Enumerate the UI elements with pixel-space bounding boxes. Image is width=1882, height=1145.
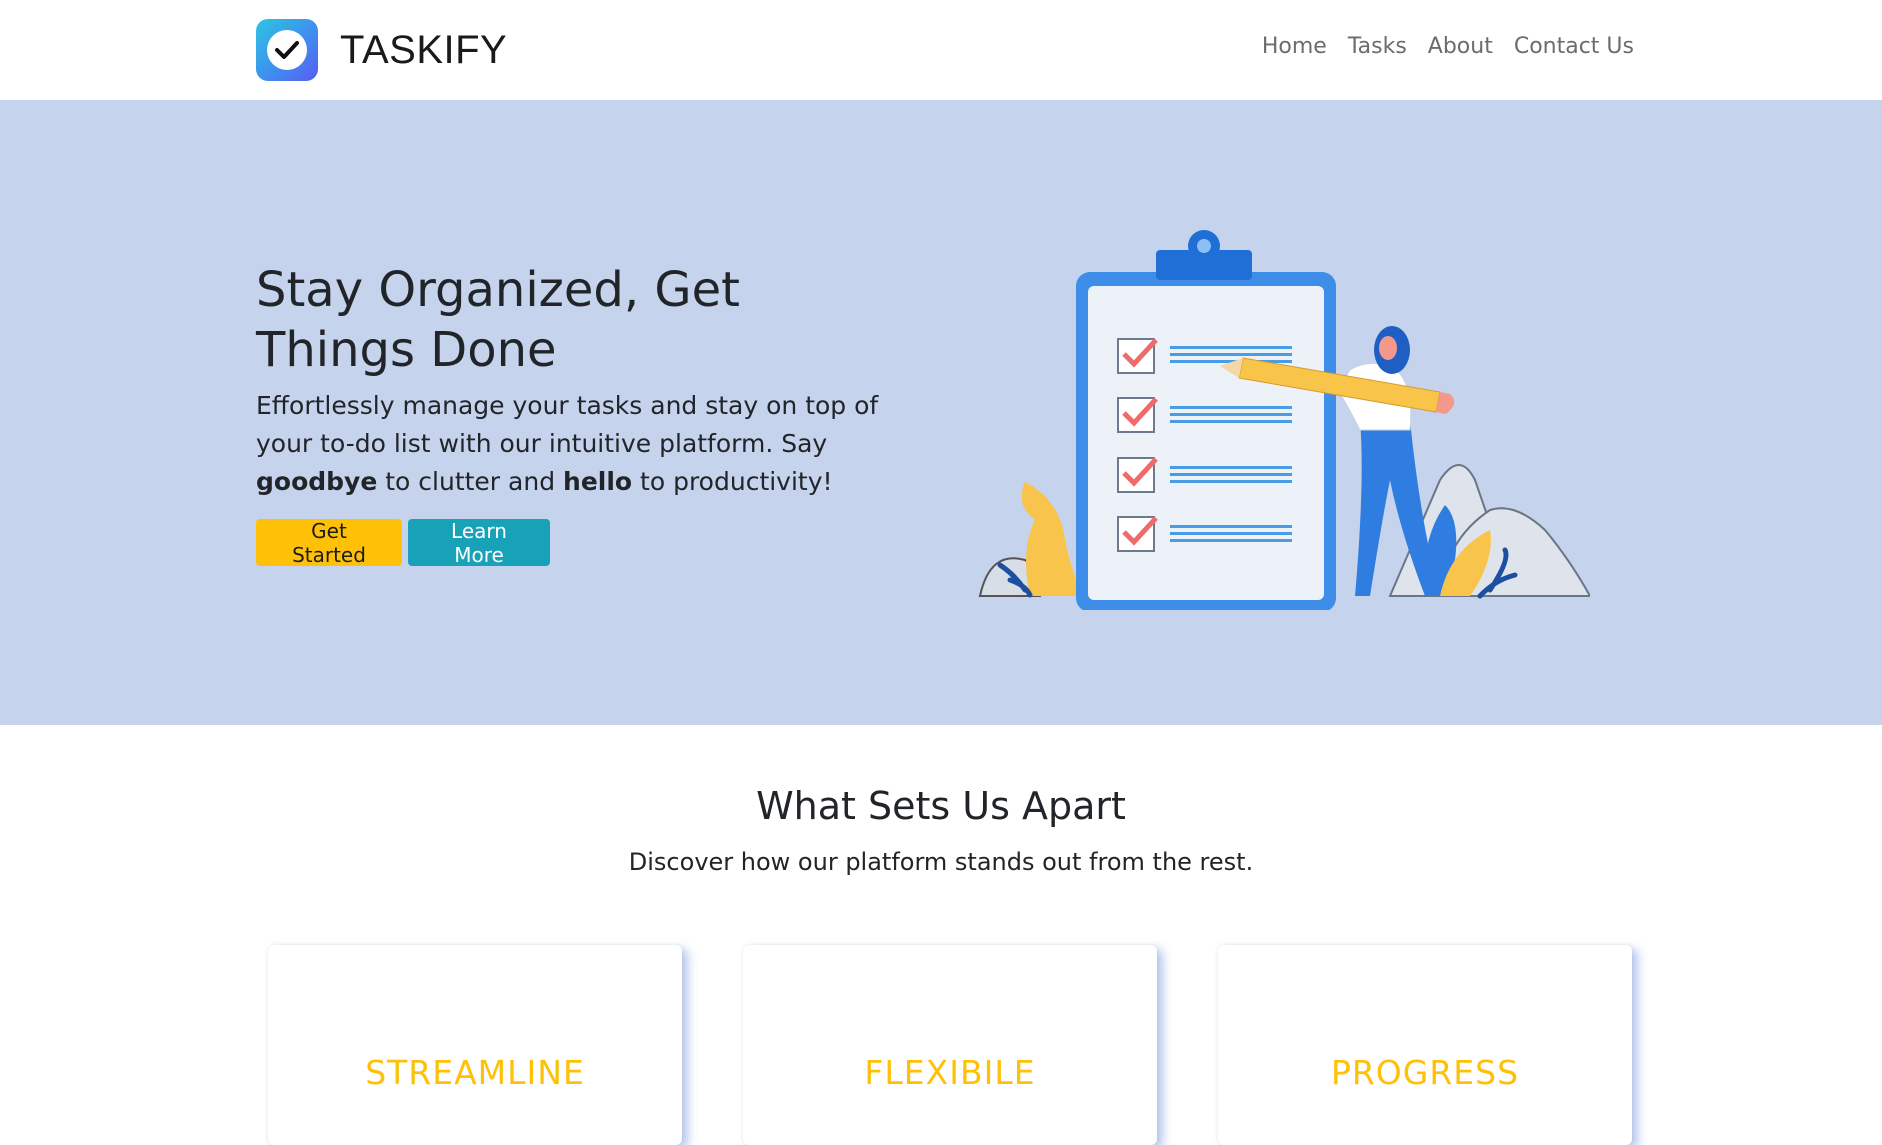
feature-card-progress: PROGRESS [1218, 945, 1632, 1145]
nav-links: Home Tasks About Contact Us [1262, 34, 1634, 59]
get-started-button[interactable]: Get Started [256, 519, 402, 567]
hero-subtitle-bold-goodbye: goodbye [256, 467, 378, 496]
nav-link-about[interactable]: About [1428, 34, 1493, 59]
hero-subtitle-bold-hello: hello [563, 467, 633, 496]
hero-subtitle-text: to productivity! [632, 467, 833, 496]
nav-link-contact[interactable]: Contact Us [1514, 34, 1634, 59]
hero-subtitle-text: to clutter and [377, 467, 564, 496]
learn-more-button[interactable]: Learn More [408, 519, 550, 567]
hero-subtitle: Effortlessly manage your tasks and stay … [256, 387, 896, 501]
hero-title: Stay Organized, Get Things Done [256, 262, 740, 378]
nav-link-home[interactable]: Home [1262, 34, 1327, 59]
hero-section: Stay Organized, Get Things Done Effortle… [0, 100, 1882, 725]
brand[interactable]: TASKIFY [256, 19, 507, 81]
check-circle-icon [267, 30, 307, 70]
feature-card-title: STREAMLINE [365, 1053, 585, 1092]
features-title: What Sets Us Apart [756, 784, 1126, 828]
feature-card-flexible: FLEXIBILE [743, 945, 1157, 1145]
feature-card-title: FLEXIBILE [864, 1053, 1036, 1092]
brand-name: TASKIFY [340, 27, 508, 72]
checklist-clipboard-illustration [978, 230, 1590, 610]
brand-logo [256, 19, 318, 81]
feature-card-title: PROGRESS [1330, 1053, 1520, 1092]
nav-link-tasks[interactable]: Tasks [1348, 34, 1407, 59]
hero-subtitle-text: Effortlessly manage your tasks and stay … [256, 391, 879, 458]
navbar: TASKIFY Home Tasks About Contact Us [0, 0, 1882, 100]
feature-card-streamline: STREAMLINE [268, 945, 682, 1145]
features-subtitle: Discover how our platform stands out fro… [628, 848, 1254, 876]
